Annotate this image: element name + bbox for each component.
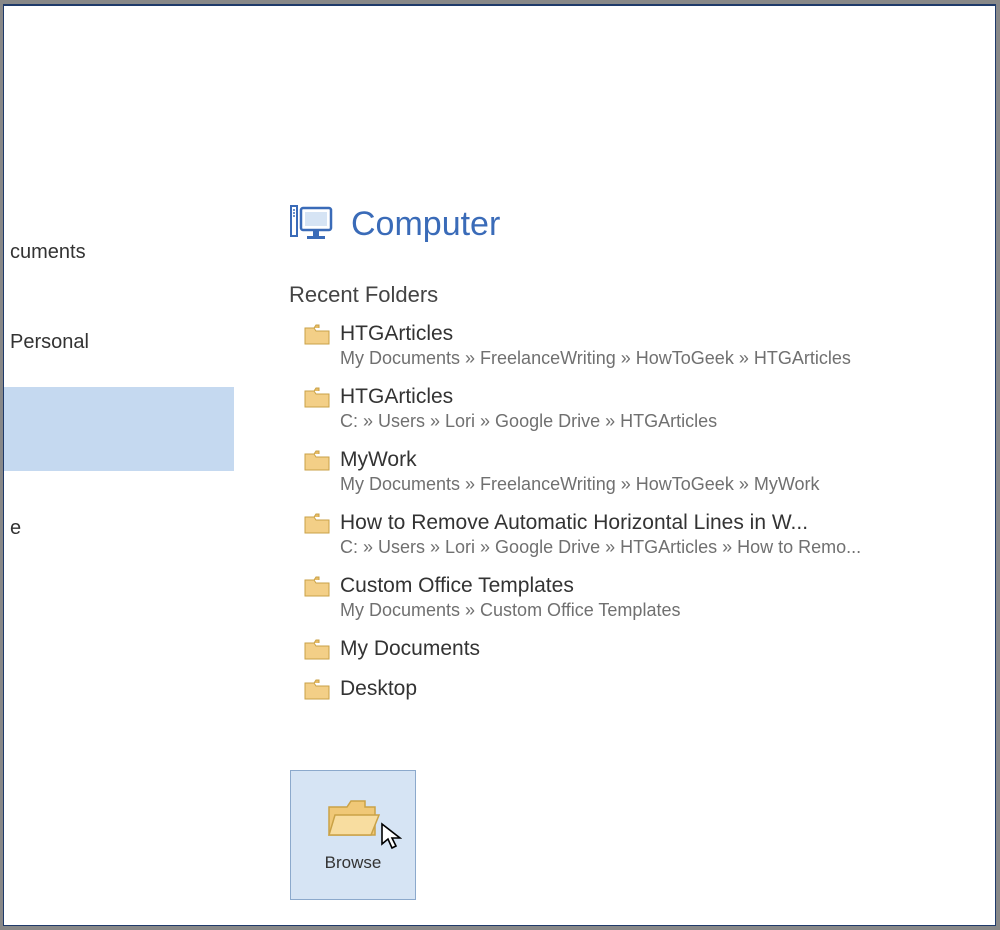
recent-folders-label: Recent Folders bbox=[289, 282, 438, 308]
folder-name: My Documents bbox=[340, 637, 975, 661]
browse-label: Browse bbox=[325, 853, 382, 873]
recent-folder-item[interactable]: Custom Office Templates My Documents » C… bbox=[304, 568, 975, 631]
recent-folders-list: HTGArticles My Documents » FreelanceWrit… bbox=[304, 316, 975, 711]
page-header: Computer bbox=[289, 204, 500, 244]
recent-folder-item[interactable]: HTGArticles C: » Users » Lori » Google D… bbox=[304, 379, 975, 442]
computer-icon bbox=[289, 204, 333, 244]
folder-texts: How to Remove Automatic Horizontal Lines… bbox=[340, 511, 975, 558]
recent-folder-item[interactable]: HTGArticles My Documents » FreelanceWrit… bbox=[304, 316, 975, 379]
folder-texts: My Documents bbox=[340, 637, 975, 661]
browse-button[interactable]: Browse bbox=[290, 770, 416, 900]
folder-icon bbox=[304, 324, 330, 346]
recent-folder-item[interactable]: How to Remove Automatic Horizontal Lines… bbox=[304, 505, 975, 568]
folder-icon bbox=[304, 387, 330, 409]
folder-path: My Documents » FreelanceWriting » HowToG… bbox=[340, 474, 975, 495]
folder-name: MyWork bbox=[340, 448, 975, 472]
sidebar-item[interactable]: cuments bbox=[4, 230, 234, 274]
sidebar-item-label: e bbox=[10, 517, 21, 540]
recent-folder-item[interactable]: Desktop bbox=[304, 671, 975, 711]
folder-texts: MyWork My Documents » FreelanceWriting »… bbox=[340, 448, 975, 495]
folder-icon bbox=[304, 679, 330, 701]
page-title: Computer bbox=[351, 205, 500, 244]
sidebar-item[interactable]: e bbox=[4, 506, 234, 550]
sidebar-item-label: Personal bbox=[10, 331, 89, 354]
folder-path: My Documents » Custom Office Templates bbox=[340, 600, 975, 621]
folder-texts: HTGArticles C: » Users » Lori » Google D… bbox=[340, 385, 975, 432]
folder-name: Custom Office Templates bbox=[340, 574, 975, 598]
folder-path: My Documents » FreelanceWriting » HowToG… bbox=[340, 348, 975, 369]
folder-name: How to Remove Automatic Horizontal Lines… bbox=[340, 511, 975, 535]
folder-icon bbox=[304, 513, 330, 535]
folder-texts: Desktop bbox=[340, 677, 975, 701]
folder-path: C: » Users » Lori » Google Drive » HTGAr… bbox=[340, 537, 975, 558]
folder-name: Desktop bbox=[340, 677, 975, 701]
app-window: Word ? – Lori ▼ cuments bbox=[3, 4, 996, 926]
main-panel: Computer Recent Folders HTGArticles My D… bbox=[234, 6, 995, 925]
sidebar-item[interactable]: Personal bbox=[4, 320, 234, 364]
folder-icon bbox=[304, 450, 330, 472]
recent-folder-item[interactable]: My Documents bbox=[304, 631, 975, 671]
folder-icon bbox=[304, 639, 330, 661]
recent-folder-item[interactable]: MyWork My Documents » FreelanceWriting »… bbox=[304, 442, 975, 505]
folder-path: C: » Users » Lori » Google Drive » HTGAr… bbox=[340, 411, 975, 432]
folder-texts: HTGArticles My Documents » FreelanceWrit… bbox=[340, 322, 975, 369]
folder-open-icon bbox=[325, 797, 381, 841]
folder-name: HTGArticles bbox=[340, 385, 975, 409]
folder-texts: Custom Office Templates My Documents » C… bbox=[340, 574, 975, 621]
sidebar-item-selected[interactable] bbox=[4, 387, 234, 471]
folder-name: HTGArticles bbox=[340, 322, 975, 346]
folder-icon bbox=[304, 576, 330, 598]
sidebar-item-label: cuments bbox=[10, 241, 86, 264]
sidebar: cuments Personal e bbox=[4, 6, 234, 925]
